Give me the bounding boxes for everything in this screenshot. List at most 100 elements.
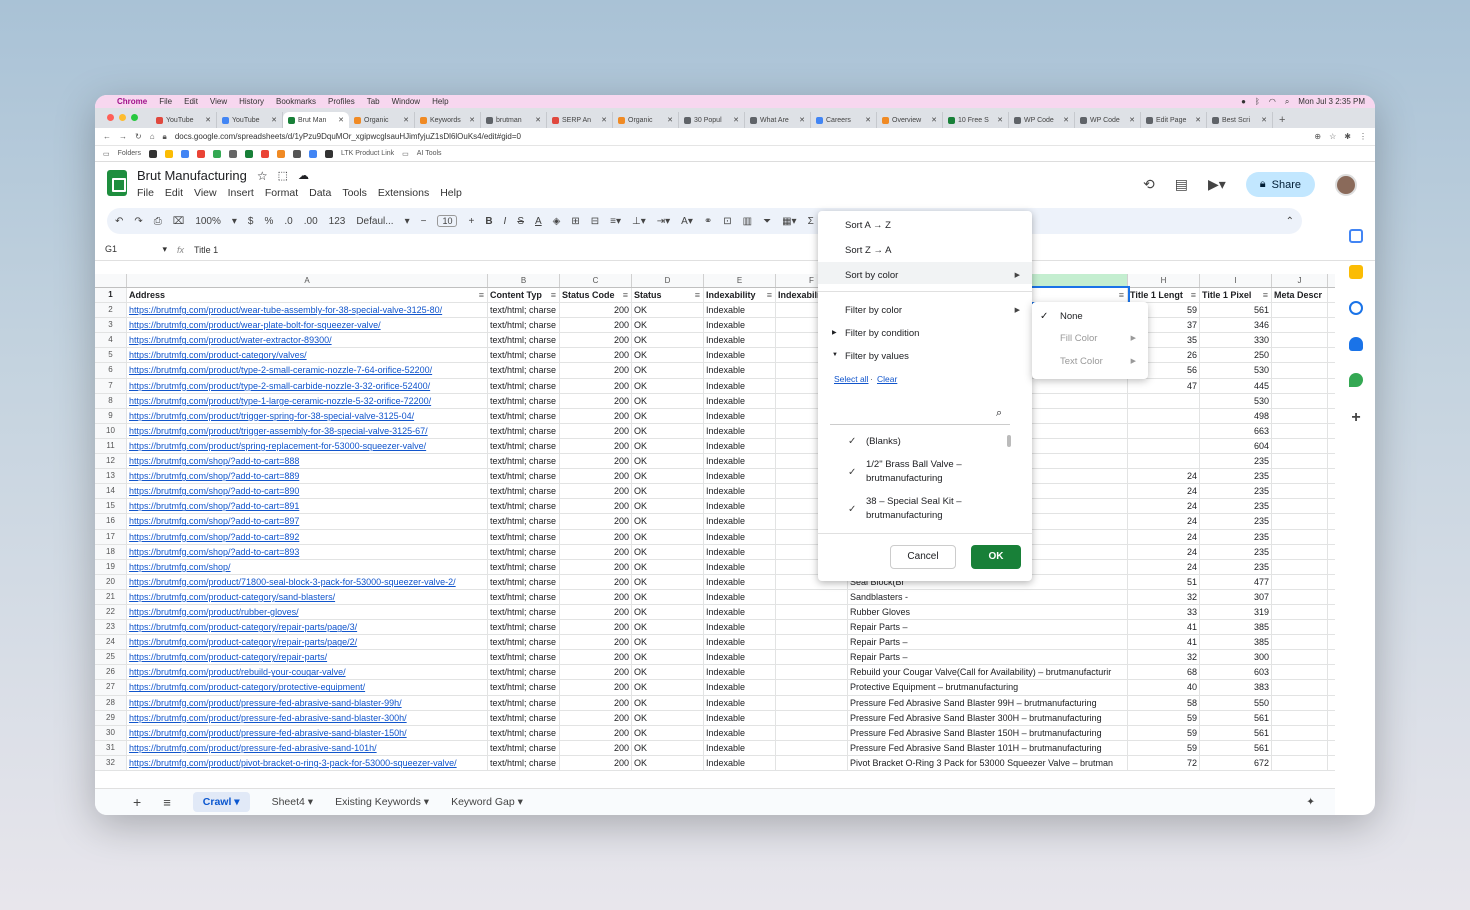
column-header-i[interactable]: I — [1200, 274, 1272, 287]
indexability-cell[interactable]: Indexable — [704, 393, 776, 408]
address-cell[interactable]: https://brutmfg.com/product/rebuild-your… — [127, 665, 488, 680]
close-tab-icon[interactable]: ✕ — [799, 116, 805, 124]
title-pixel-cell[interactable]: 663 — [1200, 423, 1272, 438]
bookmark-icon[interactable] — [276, 149, 285, 158]
row-number[interactable]: 6 — [95, 363, 127, 378]
content-type-cell[interactable]: text/html; charse — [488, 484, 560, 499]
fill-color-item[interactable]: Fill Color — [1060, 333, 1097, 344]
value-special-seal-kit[interactable]: 38 – Special Seal Kit – — [866, 495, 962, 509]
address-cell[interactable]: https://brutmfg.com/shop/?add-to-cart=88… — [127, 469, 488, 484]
row-number[interactable]: 15 — [95, 499, 127, 514]
content-type-cell[interactable]: text/html; charse — [488, 514, 560, 529]
status-cell[interactable]: OK — [632, 740, 704, 755]
avatar[interactable] — [1335, 173, 1357, 196]
cancel-button[interactable]: Cancel — [890, 545, 956, 569]
row-number[interactable]: 31 — [95, 740, 127, 755]
indexability-status-cell[interactable] — [776, 725, 848, 740]
status-cell[interactable]: OK — [632, 423, 704, 438]
address-cell[interactable]: https://brutmfg.com/product/water-extrac… — [127, 333, 488, 348]
clear-link[interactable]: Clear — [877, 374, 897, 384]
row-number[interactable]: 7 — [95, 378, 127, 393]
title-pixel-cell[interactable]: 235 — [1200, 559, 1272, 574]
browser-tab[interactable]: Brut Man ✕ — [283, 112, 349, 128]
title-pixel-cell[interactable]: 530 — [1200, 363, 1272, 378]
menu-format[interactable]: Format — [265, 187, 298, 199]
title-cell[interactable]: Repair Parts – — [848, 620, 1128, 635]
indexability-status-cell[interactable] — [776, 589, 848, 604]
address-cell[interactable]: https://brutmfg.com/shop/?add-to-cart=88… — [127, 454, 488, 469]
sheet-tab-keyword-gap[interactable]: Keyword Gap ▾ — [451, 796, 523, 808]
status-cell[interactable]: OK — [632, 499, 704, 514]
indexability-cell[interactable]: Indexable — [704, 635, 776, 650]
indexability-cell[interactable]: Indexable — [704, 438, 776, 454]
status-code-cell[interactable]: 200 — [560, 514, 632, 529]
status-cell[interactable]: OK — [632, 348, 704, 363]
address-cell[interactable]: https://brutmfg.com/shop/?add-to-cart=89… — [127, 514, 488, 529]
address-cell[interactable]: https://brutmfg.com/product-category/san… — [127, 589, 488, 604]
mac-menu-file[interactable]: File — [159, 97, 172, 106]
indexability-status-cell[interactable] — [776, 650, 848, 665]
meta-description-cell[interactable] — [1272, 710, 1328, 725]
print-icon[interactable]: ⎙ — [154, 216, 162, 227]
content-type-cell[interactable]: text/html; charse — [488, 620, 560, 635]
row-number[interactable]: 14 — [95, 484, 127, 499]
status-code-cell[interactable]: 200 — [560, 740, 632, 755]
column-header-b[interactable]: B — [488, 274, 560, 287]
status-cell[interactable]: OK — [632, 408, 704, 423]
header-cell[interactable]: Title 1 Pixel — [1200, 288, 1272, 303]
header-cell[interactable]: Title 1 Lengt — [1128, 288, 1200, 303]
mac-menu-edit[interactable]: Edit — [184, 97, 198, 106]
clock[interactable]: Mon Jul 3 2:35 PM — [1298, 97, 1365, 106]
browser-tab[interactable]: Careers ✕ — [811, 112, 877, 128]
status-code-cell[interactable]: 200 — [560, 393, 632, 408]
status-cell[interactable]: OK — [632, 665, 704, 680]
indexability-cell[interactable]: Indexable — [704, 499, 776, 514]
bookmark-icon[interactable] — [324, 149, 333, 158]
meta-description-cell[interactable] — [1272, 740, 1328, 755]
indexability-cell[interactable]: Indexable — [704, 454, 776, 469]
address-cell[interactable]: https://brutmfg.com/shop/?add-to-cart=89… — [127, 544, 488, 559]
bookmark-icon[interactable] — [244, 149, 253, 158]
status-cell[interactable]: OK — [632, 620, 704, 635]
content-type-cell[interactable]: text/html; charse — [488, 333, 560, 348]
indexability-cell[interactable]: Indexable — [704, 514, 776, 529]
link-icon[interactable]: ⚭ — [704, 216, 712, 227]
browser-tab[interactable]: 30 Popul ✕ — [679, 112, 745, 128]
indexability-cell[interactable]: Indexable — [704, 725, 776, 740]
indexability-status-cell[interactable] — [776, 740, 848, 755]
currency-button[interactable]: $ — [248, 216, 254, 227]
address-cell[interactable]: https://brutmfg.com/product/pivot-bracke… — [127, 755, 488, 770]
row-number[interactable]: 16 — [95, 514, 127, 529]
content-type-cell[interactable]: text/html; charse — [488, 574, 560, 589]
browser-tab[interactable]: Overview ✕ — [877, 112, 943, 128]
close-tab-icon[interactable]: ✕ — [338, 116, 344, 124]
url-field[interactable]: docs.google.com/spreadsheets/d/1yPzu9Dqu… — [175, 132, 1307, 141]
status-cell[interactable]: OK — [632, 303, 704, 318]
maps-icon[interactable] — [1349, 373, 1363, 387]
calendar-icon[interactable] — [1349, 229, 1363, 243]
indexability-status-cell[interactable] — [776, 604, 848, 620]
meta-description-cell[interactable] — [1272, 333, 1328, 348]
title-pixel-cell[interactable]: 383 — [1200, 680, 1272, 695]
meta-description-cell[interactable] — [1272, 604, 1328, 620]
title-pixel-cell[interactable]: 385 — [1200, 620, 1272, 635]
status-code-cell[interactable]: 200 — [560, 544, 632, 559]
row-number[interactable]: 3 — [95, 318, 127, 333]
address-cell[interactable]: https://brutmfg.com/product/rubber-glove… — [127, 604, 488, 620]
bookmark-icon[interactable] — [196, 149, 205, 158]
meta-description-cell[interactable] — [1272, 635, 1328, 650]
status-code-cell[interactable]: 200 — [560, 635, 632, 650]
indexability-cell[interactable]: Indexable — [704, 755, 776, 770]
status-code-cell[interactable]: 200 — [560, 499, 632, 514]
row-number[interactable]: 27 — [95, 680, 127, 695]
formula-input[interactable]: Title 1 — [194, 245, 218, 255]
title-length-cell[interactable]: 59 — [1128, 710, 1200, 725]
address-cell[interactable]: https://brutmfg.com/product-category/pro… — [127, 680, 488, 695]
title-length-cell[interactable]: 59 — [1128, 725, 1200, 740]
check-icon[interactable]: ✓ — [848, 467, 856, 478]
header-cell[interactable]: Content Typ — [488, 288, 560, 303]
close-window-button[interactable] — [107, 114, 114, 121]
title-cell[interactable]: Protective Equipment – brutmanufacturing — [848, 680, 1128, 695]
meta-description-cell[interactable] — [1272, 544, 1328, 559]
meta-description-cell[interactable] — [1272, 529, 1328, 544]
